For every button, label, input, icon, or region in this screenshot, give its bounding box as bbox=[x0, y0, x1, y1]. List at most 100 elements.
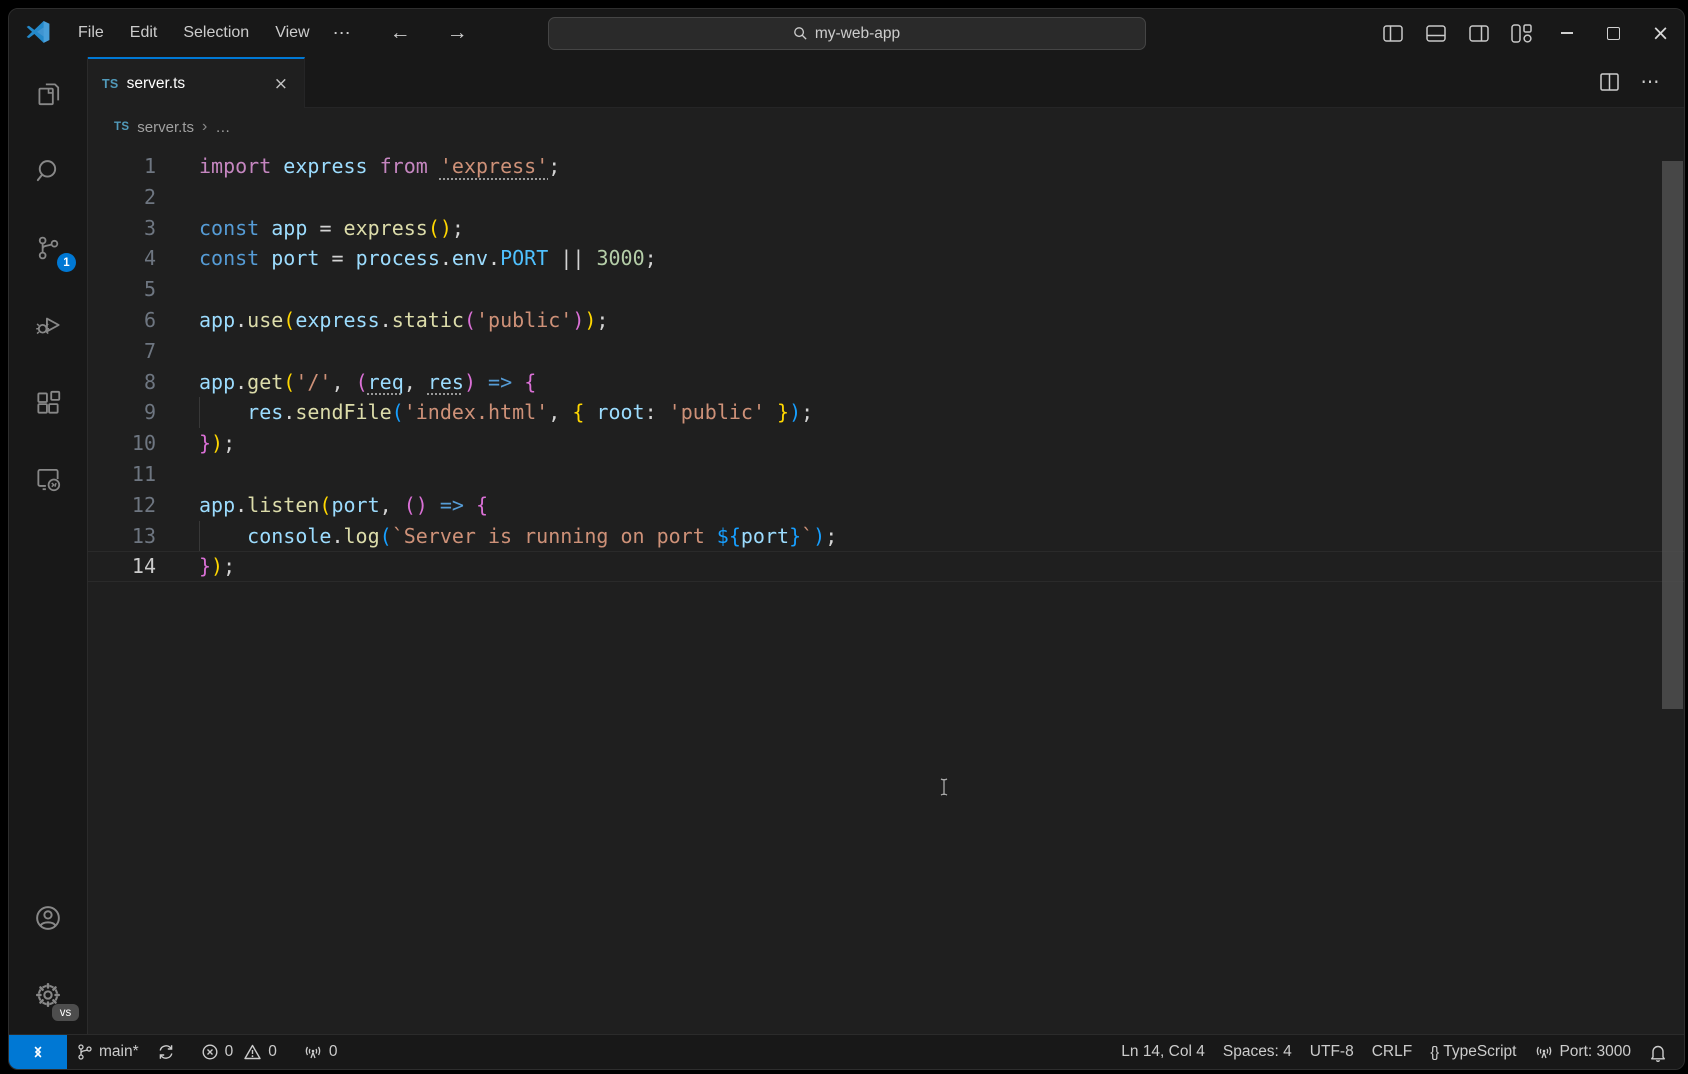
code-editor[interactable]: 1import express from 'express';23const a… bbox=[88, 146, 1684, 1034]
code-line-12[interactable]: 12app.listen(port, () => { bbox=[88, 490, 1684, 521]
menu-view[interactable]: View bbox=[262, 18, 322, 48]
close-button[interactable]: × bbox=[1637, 9, 1684, 57]
source-control-badge: 1 bbox=[57, 253, 76, 272]
port-forward-indicator[interactable]: Port: 3000 bbox=[1525, 1035, 1640, 1069]
more-actions-icon: ⋯ bbox=[1641, 71, 1662, 94]
vertical-scrollbar[interactable] bbox=[1662, 161, 1683, 709]
code-text bbox=[156, 459, 199, 490]
line-number: 12 bbox=[88, 490, 156, 521]
code-line-8[interactable]: 8app.get('/', (req, res) => { bbox=[88, 367, 1684, 398]
indentation-label: Spaces: 4 bbox=[1223, 1043, 1292, 1061]
command-center-search[interactable]: my-web-app bbox=[548, 17, 1146, 50]
settings-button[interactable]: vs bbox=[23, 970, 73, 1020]
bell-icon bbox=[1649, 1043, 1667, 1062]
language-label: TypeScript bbox=[1443, 1043, 1516, 1061]
breadcrumb: TS server.ts › … bbox=[88, 108, 1684, 146]
minimize-icon bbox=[1561, 32, 1573, 33]
breadcrumb-file[interactable]: server.ts bbox=[137, 119, 194, 136]
menu-edit[interactable]: Edit bbox=[117, 18, 171, 48]
eol-indicator[interactable]: CRLF bbox=[1363, 1035, 1421, 1069]
code-line-11[interactable]: 11 bbox=[88, 459, 1684, 490]
branch-indicator[interactable]: main* bbox=[67, 1035, 148, 1069]
problems-indicator[interactable]: 0 0 bbox=[192, 1035, 286, 1069]
error-count: 0 bbox=[225, 1043, 234, 1061]
minimize-button[interactable] bbox=[1543, 9, 1590, 57]
toggle-secondary-sidebar-button[interactable] bbox=[1457, 9, 1500, 57]
radio-tower-icon bbox=[303, 1043, 323, 1061]
eol-label: CRLF bbox=[1372, 1043, 1412, 1061]
split-editor-button[interactable] bbox=[1590, 64, 1628, 100]
line-number: 5 bbox=[88, 274, 156, 305]
sync-button[interactable] bbox=[148, 1035, 184, 1069]
cursor-position[interactable]: Ln 14, Col 4 bbox=[1112, 1035, 1214, 1069]
line-number: 8 bbox=[88, 367, 156, 398]
notifications-button[interactable] bbox=[1640, 1035, 1676, 1069]
back-icon[interactable]: ← bbox=[384, 21, 417, 45]
tab-close-icon[interactable]: × bbox=[268, 72, 294, 96]
breadcrumb-symbol[interactable]: … bbox=[215, 119, 230, 136]
remote-indicator[interactable] bbox=[9, 1035, 67, 1069]
menu-file[interactable]: File bbox=[65, 18, 117, 48]
code-text: }); bbox=[156, 428, 235, 459]
line-number: 11 bbox=[88, 459, 156, 490]
code-text: const app = express(); bbox=[156, 213, 464, 244]
activity-explorer-button[interactable] bbox=[23, 69, 73, 119]
vscode-logo-icon bbox=[25, 20, 51, 46]
line-number: 14 bbox=[88, 551, 156, 582]
typescript-file-icon: TS bbox=[114, 121, 129, 133]
code-line-2[interactable]: 2 bbox=[88, 182, 1684, 213]
code-line-10[interactable]: 10}); bbox=[88, 428, 1684, 459]
remote-icon bbox=[29, 1044, 47, 1060]
typescript-file-icon: TS bbox=[102, 77, 119, 91]
radio-tower-icon bbox=[1534, 1043, 1554, 1061]
editor-more-actions-button[interactable]: ⋯ bbox=[1632, 64, 1670, 100]
settings-vs-badge: vs bbox=[52, 1004, 79, 1021]
language-indicator[interactable]: {} TypeScript bbox=[1421, 1035, 1525, 1069]
braces-icon: {} bbox=[1430, 1044, 1438, 1061]
title-bar: File Edit Selection View ⋯ ← → my-web-ap… bbox=[9, 9, 1684, 57]
code-line-14[interactable]: 14}); bbox=[88, 551, 1684, 582]
encoding-indicator[interactable]: UTF-8 bbox=[1301, 1035, 1363, 1069]
line-number: 4 bbox=[88, 243, 156, 274]
toggle-primary-sidebar-button[interactable] bbox=[1371, 9, 1414, 57]
status-bar: main* 0 0 bbox=[9, 1034, 1684, 1069]
activity-remote-explorer-button[interactable] bbox=[23, 454, 73, 504]
code-line-3[interactable]: 3const app = express(); bbox=[88, 213, 1684, 244]
code-text: app.listen(port, () => { bbox=[156, 490, 488, 521]
ports-indicator[interactable]: 0 bbox=[294, 1035, 347, 1069]
code-text: console.log(`Server is running on port $… bbox=[156, 521, 837, 552]
activity-search-button[interactable] bbox=[23, 146, 73, 196]
code-line-9[interactable]: 9 res.sendFile('index.html', { root: 'pu… bbox=[88, 397, 1684, 428]
line-number: 9 bbox=[88, 397, 156, 428]
split-editor-icon bbox=[1600, 73, 1619, 91]
code-lines: 1import express from 'express';23const a… bbox=[88, 146, 1684, 582]
activity-run-debug-button[interactable] bbox=[23, 300, 73, 350]
maximize-button[interactable] bbox=[1590, 9, 1637, 57]
activity-extensions-button[interactable] bbox=[23, 377, 73, 427]
toggle-panel-button[interactable] bbox=[1414, 9, 1457, 57]
customize-layout-button[interactable] bbox=[1500, 9, 1543, 57]
encoding-label: UTF-8 bbox=[1310, 1043, 1354, 1061]
code-line-1[interactable]: 1import express from 'express'; bbox=[88, 151, 1684, 182]
activity-source-control-button[interactable]: 1 bbox=[23, 223, 73, 273]
activity-bar: 1 bbox=[9, 57, 88, 1034]
code-line-5[interactable]: 5 bbox=[88, 274, 1684, 305]
git-branch-icon bbox=[76, 1043, 93, 1061]
accounts-button[interactable] bbox=[23, 893, 73, 943]
line-number: 3 bbox=[88, 213, 156, 244]
tab-server-ts[interactable]: TS server.ts × bbox=[88, 57, 305, 108]
code-text: app.use(express.static('public')); bbox=[156, 305, 608, 336]
menu-selection[interactable]: Selection bbox=[170, 18, 262, 48]
code-line-13[interactable]: 13 console.log(`Server is running on por… bbox=[88, 521, 1684, 552]
code-text: app.get('/', (req, res) => { bbox=[156, 367, 536, 398]
code-line-7[interactable]: 7 bbox=[88, 336, 1684, 367]
code-line-4[interactable]: 4const port = process.env.PORT || 3000; bbox=[88, 243, 1684, 274]
menu-more-icon[interactable]: ⋯ bbox=[323, 17, 362, 50]
ports-count: 0 bbox=[329, 1043, 338, 1061]
account-icon bbox=[32, 902, 64, 934]
code-line-6[interactable]: 6app.use(express.static('public')); bbox=[88, 305, 1684, 336]
line-number: 2 bbox=[88, 182, 156, 213]
indentation-indicator[interactable]: Spaces: 4 bbox=[1214, 1035, 1301, 1069]
run-and-debug-icon bbox=[33, 310, 63, 340]
forward-icon[interactable]: → bbox=[441, 21, 474, 45]
